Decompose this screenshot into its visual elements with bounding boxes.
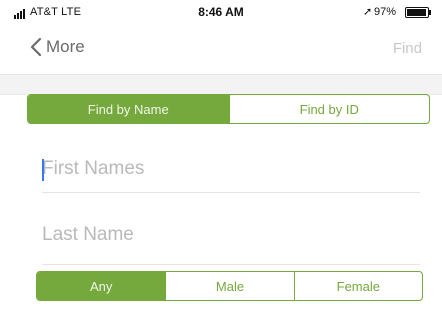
section-separator — [0, 75, 442, 95]
status-bar: AT&T LTE 8:46 AM ➚ 97% — [0, 0, 442, 26]
first-name-field[interactable] — [42, 158, 420, 180]
text-caret — [42, 159, 44, 181]
last-name-row — [42, 206, 420, 265]
gender-any-segment[interactable]: Any — [37, 272, 166, 300]
gender-segmented-control: Any Male Female — [36, 271, 423, 301]
gender-male-segment[interactable]: Male — [165, 272, 293, 300]
last-name-field[interactable] — [42, 224, 420, 246]
find-button[interactable]: Find — [393, 40, 422, 57]
gender-female-segment[interactable]: Female — [293, 272, 422, 300]
battery-level-fill — [407, 9, 427, 16]
navigation-bar: More Find — [0, 26, 442, 75]
find-by-name-segment[interactable]: Find by Name — [28, 95, 229, 123]
first-name-row — [42, 134, 420, 193]
battery-percent: 97% — [374, 6, 397, 18]
battery-icon — [405, 7, 431, 18]
back-label: More — [46, 37, 85, 56]
back-button[interactable]: More — [30, 37, 85, 57]
location-arrow-icon: ➚ — [363, 6, 373, 18]
search-mode-segmented-control: Find by Name Find by ID — [27, 94, 430, 124]
chevron-left-icon — [30, 37, 42, 57]
find-by-id-segment[interactable]: Find by ID — [228, 95, 430, 123]
